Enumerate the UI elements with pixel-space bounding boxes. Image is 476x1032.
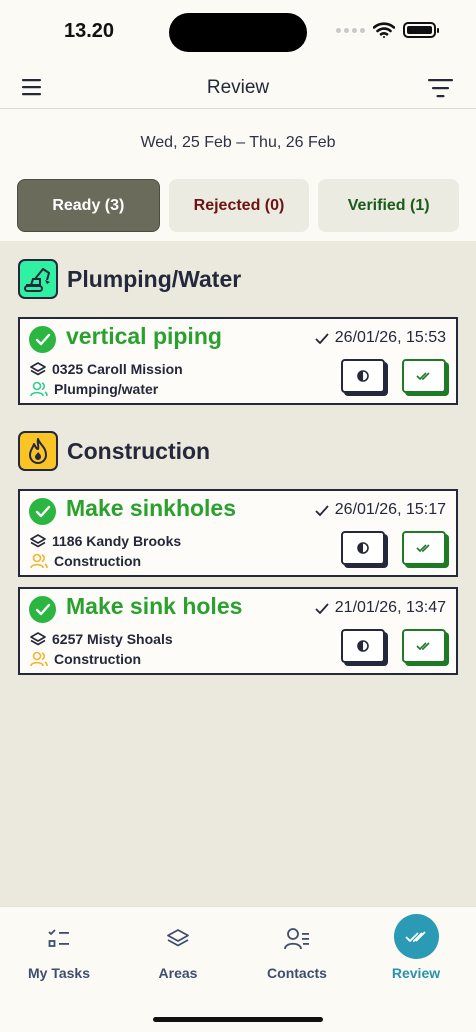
filter-button[interactable] xyxy=(428,77,454,99)
card-actions xyxy=(341,359,446,393)
card-assignee-text: Plumping/water xyxy=(54,381,159,397)
section-icon xyxy=(18,431,58,471)
status-bar: 13.20 xyxy=(0,0,476,64)
card-date: 21/01/26, 13:47 xyxy=(315,599,446,617)
card-title: Make sink holes xyxy=(66,593,243,619)
task-card[interactable]: Make sinkholes 26/01/26, 15:17 1186 Kand… xyxy=(18,489,458,577)
layers-icon xyxy=(30,362,46,376)
section-header: Plumping/Water xyxy=(18,259,241,299)
card-assignee-text: Construction xyxy=(54,651,142,667)
reject-button[interactable] xyxy=(341,629,385,663)
double-check-icon xyxy=(416,372,430,381)
status-check-icon xyxy=(29,596,56,623)
fire-icon xyxy=(29,438,47,464)
card-assignee-text: Construction xyxy=(54,553,142,569)
nav-label: Contacts xyxy=(267,965,327,981)
card-title: vertical piping xyxy=(66,323,222,349)
half-circle-icon xyxy=(357,542,369,554)
checkmark-icon xyxy=(315,332,329,344)
reject-button[interactable] xyxy=(341,359,385,393)
double-check-icon xyxy=(416,642,430,651)
page-title: Review xyxy=(206,77,270,98)
double-check-icon xyxy=(416,544,430,553)
card-date-text: 21/01/26, 13:47 xyxy=(334,599,446,616)
nav-review[interactable]: Review xyxy=(366,914,466,981)
status-icons xyxy=(336,22,439,38)
verify-button[interactable] xyxy=(402,359,446,393)
wifi-icon xyxy=(373,22,395,38)
half-circle-icon xyxy=(357,370,369,382)
card-date: 26/01/26, 15:53 xyxy=(315,329,446,347)
section-icon xyxy=(18,259,58,299)
tab-ready[interactable]: Ready (3) xyxy=(17,179,160,232)
verify-button[interactable] xyxy=(402,531,446,565)
review-list: Plumping/Water vertical piping 26/01/26,… xyxy=(0,241,476,906)
users-icon xyxy=(30,381,48,397)
bottom-nav: My Tasks Areas Contacts Review xyxy=(0,906,476,1032)
double-check-icon xyxy=(405,930,426,942)
card-assignee: Construction xyxy=(30,553,141,569)
card-assignee: Plumping/water xyxy=(30,381,158,397)
nav-my-tasks[interactable]: My Tasks xyxy=(9,921,109,981)
contacts-icon xyxy=(284,928,309,950)
dynamic-island xyxy=(169,13,307,52)
card-actions xyxy=(341,629,446,663)
excavator-icon xyxy=(24,268,50,292)
filter-icon xyxy=(428,79,453,98)
card-location-text: 6257 Misty Shoals xyxy=(52,631,173,647)
section-title: Construction xyxy=(67,437,211,464)
reject-button[interactable] xyxy=(341,531,385,565)
status-time: 13.20 xyxy=(64,20,115,42)
top-bar: Review xyxy=(0,64,476,109)
card-location-text: 1186 Kandy Brooks xyxy=(52,533,182,549)
users-icon xyxy=(30,651,48,667)
tab-verified[interactable]: Verified (1) xyxy=(318,179,460,232)
home-indicator xyxy=(153,1017,323,1022)
card-location: 0325 Caroll Mission xyxy=(30,361,183,377)
task-card[interactable]: Make sink holes 21/01/26, 13:47 6257 Mis… xyxy=(18,587,458,675)
card-title: Make sinkholes xyxy=(66,495,237,521)
half-circle-icon xyxy=(357,640,369,652)
card-date-text: 26/01/26, 15:53 xyxy=(334,329,446,346)
nav-label: Review xyxy=(391,965,441,981)
signal-icon xyxy=(336,27,365,33)
layers-icon xyxy=(30,534,46,548)
card-location: 6257 Misty Shoals xyxy=(30,631,173,647)
card-date-text: 26/01/26, 15:17 xyxy=(334,501,446,518)
users-icon xyxy=(30,553,48,569)
task-card[interactable]: vertical piping 26/01/26, 15:53 0325 Car… xyxy=(18,317,458,405)
tab-rejected[interactable]: Rejected (0) xyxy=(168,179,310,232)
card-assignee: Construction xyxy=(30,651,141,667)
layers-icon xyxy=(167,929,189,947)
section-header: Construction xyxy=(18,431,210,471)
review-active-indicator xyxy=(393,914,439,959)
checklist-icon xyxy=(48,929,69,947)
card-date: 26/01/26, 15:17 xyxy=(315,501,446,519)
nav-label: My Tasks xyxy=(28,965,90,981)
card-location: 1186 Kandy Brooks xyxy=(30,533,181,549)
card-actions xyxy=(341,531,446,565)
status-check-icon xyxy=(29,498,56,525)
nav-areas[interactable]: Areas xyxy=(128,921,228,981)
verify-button[interactable] xyxy=(402,629,446,663)
status-check-icon xyxy=(29,326,56,353)
layers-icon xyxy=(30,632,46,646)
checkmark-icon xyxy=(315,504,329,516)
card-location-text: 0325 Caroll Mission xyxy=(52,361,183,377)
nav-label: Areas xyxy=(158,965,198,981)
nav-contacts[interactable]: Contacts xyxy=(247,921,347,981)
date-range[interactable]: Wed, 25 Feb – Thu, 26 Feb xyxy=(0,134,476,152)
section-title: Plumping/Water xyxy=(67,265,242,292)
checkmark-icon xyxy=(315,602,329,614)
status-tabs: Ready (3) Rejected (0) Verified (1) xyxy=(17,179,460,232)
battery-icon xyxy=(403,22,439,38)
